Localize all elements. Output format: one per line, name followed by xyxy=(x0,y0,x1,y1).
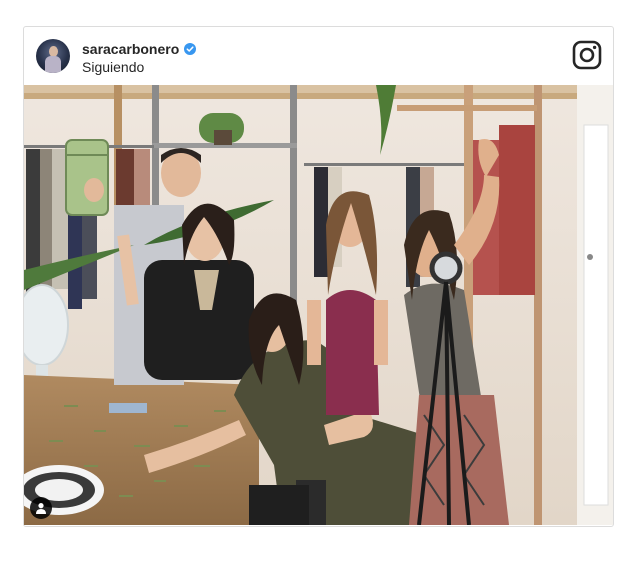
username-row[interactable]: saracarbonero xyxy=(82,41,197,57)
post-photo[interactable] xyxy=(24,85,613,525)
user-tag-icon[interactable] xyxy=(30,497,52,519)
avatar[interactable] xyxy=(36,39,70,73)
verified-badge-icon xyxy=(184,43,197,55)
photo-illustration xyxy=(24,85,613,525)
instagram-icon[interactable] xyxy=(572,40,602,70)
post-header: saracarbonero Siguiendo xyxy=(24,27,613,85)
follow-status[interactable]: Siguiendo xyxy=(82,59,144,75)
instagram-post-card: saracarbonero Siguiendo xyxy=(23,26,614,527)
username[interactable]: saracarbonero xyxy=(82,41,179,57)
